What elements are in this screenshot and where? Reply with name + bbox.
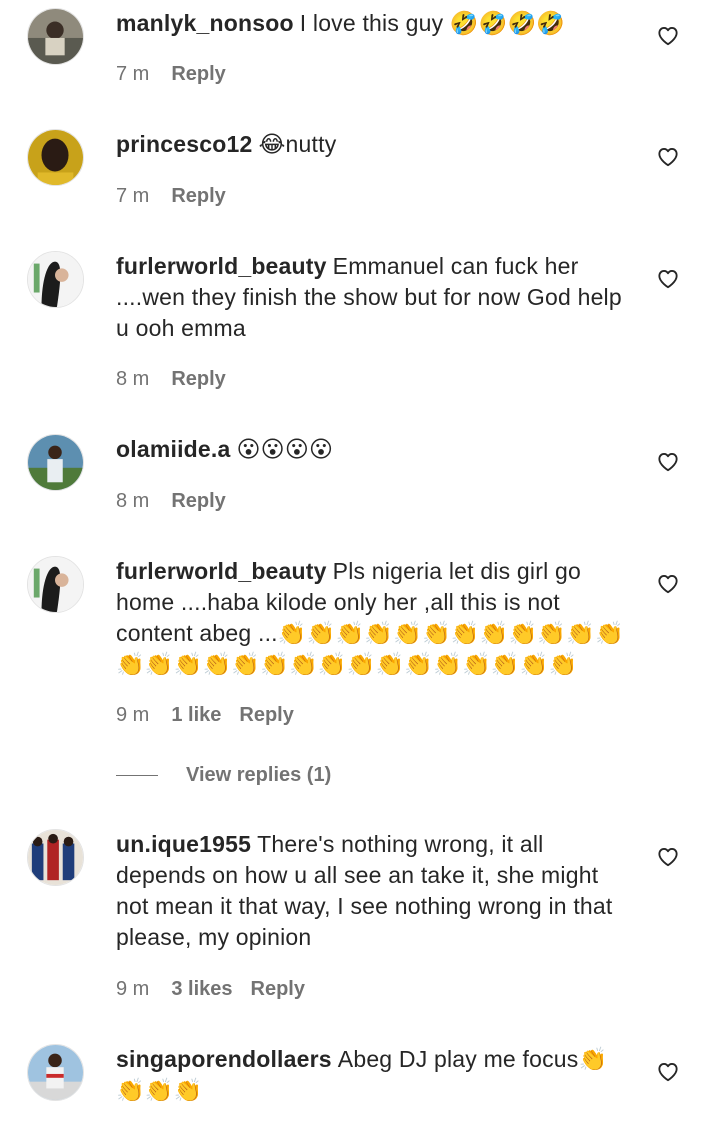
avatar[interactable] <box>27 829 84 886</box>
comment-meta: 9 m 1 like Reply <box>116 704 312 727</box>
likes-count[interactable]: 1 like <box>171 704 221 726</box>
likes-count[interactable]: 3 likes <box>171 978 232 1000</box>
comment-meta: 7 m Reply <box>116 185 244 208</box>
comment-meta: 8 m Reply <box>116 368 244 391</box>
comment-meta: 9 m 3 likes Reply <box>116 978 323 1001</box>
heart-outline-icon[interactable] <box>655 570 681 596</box>
heart-outline-icon[interactable] <box>655 843 681 869</box>
comment-text: 😂nutty <box>258 131 337 157</box>
comment-body: singaporendollaers Abeg DJ play me focus👏… <box>116 1044 626 1106</box>
reply-button[interactable]: Reply <box>171 490 225 512</box>
comment-body: furlerworld_beauty Emmanuel can fuck her … <box>116 251 626 344</box>
reply-button[interactable]: Reply <box>239 704 293 726</box>
comment-time: 8 m <box>116 490 150 512</box>
comment-username[interactable]: furlerworld_beauty <box>116 558 327 584</box>
view-replies-button[interactable]: View replies (1) <box>186 764 331 787</box>
heart-outline-icon[interactable] <box>655 265 681 291</box>
avatar[interactable] <box>27 251 84 308</box>
comment-username[interactable]: singaporendollaers <box>116 1046 332 1072</box>
avatar[interactable] <box>27 129 84 186</box>
comment-username[interactable]: olamiide.a <box>116 436 230 462</box>
heart-outline-icon[interactable] <box>655 448 681 474</box>
comment-time: 9 m <box>116 704 150 726</box>
reply-button[interactable]: Reply <box>171 185 225 207</box>
reply-button[interactable]: Reply <box>171 63 225 85</box>
comment-time: 8 m <box>116 368 150 390</box>
heart-outline-icon[interactable] <box>655 1058 681 1084</box>
comment-username[interactable]: furlerworld_beauty <box>116 253 327 279</box>
comment-body: manlyk_nonsoo I love this guy 🤣🤣🤣🤣 <box>116 8 626 39</box>
comment-meta: 7 m Reply <box>116 63 244 86</box>
comment-body: un.ique1955 There's nothing wrong, it all… <box>116 829 626 953</box>
avatar[interactable] <box>27 1044 84 1101</box>
reply-button[interactable]: Reply <box>171 368 225 390</box>
comment-time: 7 m <box>116 185 150 207</box>
reply-button[interactable]: Reply <box>251 978 305 1000</box>
avatar[interactable] <box>27 434 84 491</box>
heart-outline-icon[interactable] <box>655 22 681 48</box>
avatar[interactable] <box>27 8 84 65</box>
comment-body: princesco12 😂nutty <box>116 129 626 160</box>
comment-text: 😮😮😮😮 <box>236 436 334 462</box>
comment-body: furlerworld_beauty Pls nigeria let dis gi… <box>116 556 626 680</box>
comment-meta: 8 m Reply <box>116 490 244 513</box>
comment-username[interactable]: un.ique1955 <box>116 831 251 857</box>
comment-time: 9 m <box>116 978 150 1000</box>
comment-time: 7 m <box>116 63 150 85</box>
comment-username[interactable]: manlyk_nonsoo <box>116 10 294 36</box>
avatar[interactable] <box>27 556 84 613</box>
comment-username[interactable]: princesco12 <box>116 131 252 157</box>
comment-body: olamiide.a 😮😮😮😮 <box>116 434 626 465</box>
comment-text: I love this guy 🤣🤣🤣🤣 <box>299 10 566 36</box>
replies-divider <box>116 775 158 776</box>
heart-outline-icon[interactable] <box>655 143 681 169</box>
comment-list: manlyk_nonsoo I love this guy 🤣🤣🤣🤣 7 m Rep… <box>0 0 720 1124</box>
